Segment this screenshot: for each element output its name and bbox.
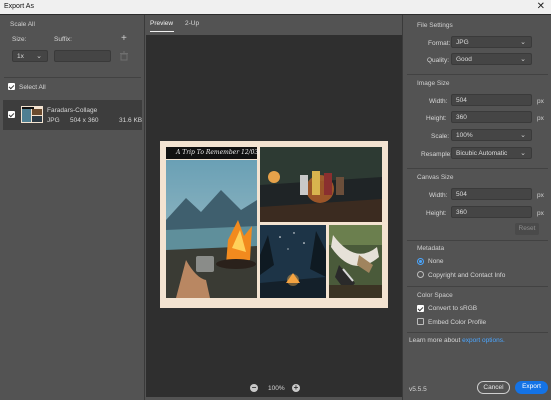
settings-divider [407,168,548,169]
export-button[interactable]: Export [515,381,548,394]
learn-more-text: Learn more about export options. [409,337,505,344]
tab-2-up[interactable]: 2-Up [185,20,199,27]
tab-preview[interactable]: Preview [150,20,173,27]
size-label: Size: [12,36,27,43]
asset-thumbnail [21,106,43,123]
canvas-width-label: Width: [429,192,448,199]
select-all-checkbox[interactable] [8,83,15,90]
asset-file-size: 31.6 KB [119,117,143,124]
canvas-height-input[interactable]: 360 [451,206,532,218]
file-settings-heading: File Settings [417,22,453,29]
settings-divider [407,286,548,287]
suffix-label: Suffix: [54,36,72,43]
version-label: v5.5.5 [409,386,427,393]
zoom-level: 100% [268,385,285,392]
image-size-heading: Image Size [417,80,450,87]
zoom-out-button[interactable]: − [250,384,258,392]
asset-row[interactable]: Faradars-Collage JPG 504 x 360 31.6 KB [3,100,142,130]
settings-divider [407,332,548,333]
scale-percent-dropdown[interactable]: 100% ⌄ [451,129,532,141]
scale-dropdown-value: 1x [17,53,24,60]
photo-hammock [329,225,382,298]
canvas-height-unit: px [537,210,544,217]
quality-dropdown[interactable]: Good ⌄ [451,53,532,65]
resample-dropdown[interactable]: Bicubic Automatic ⌄ [451,147,532,159]
quality-value: Good [456,56,472,63]
active-tab-indicator [150,31,174,32]
metadata-heading: Metadata [417,245,445,252]
chevron-down-icon: ⌄ [520,56,526,63]
metadata-copyright-radio[interactable] [417,271,424,278]
scale-all-heading: Scale All [10,21,35,28]
settings-divider [407,74,548,75]
asset-format: JPG [47,117,60,124]
photo-lake-campfire [166,160,257,298]
asset-checkbox[interactable] [8,111,15,118]
learn-more-prefix: Learn more about [409,337,463,344]
select-all-label: Select All [19,84,46,91]
scale-label: Scale: [431,133,450,140]
canvas-width-unit: px [537,192,544,199]
left-panel: Scale All Size: Suffix: + 1x ⌄ Select Al… [0,15,145,400]
preview-panel: Preview 2-Up A Trip To Remember 12/03/20… [146,15,402,400]
asset-dimensions: 504 x 360 [70,117,99,124]
image-height-input[interactable]: 360 [451,111,532,123]
reset-button[interactable]: Reset [515,223,539,235]
settings-panel: File Settings Format: JPG ⌄ Quality: Goo… [402,15,551,400]
close-icon[interactable]: ✕ [537,1,545,12]
quality-label: Quality: [427,57,450,64]
preview-canvas[interactable]: A Trip To Remember 12/03/2022 [146,35,402,390]
add-scale-icon[interactable]: + [121,33,127,44]
scale-percent-value: 100% [456,132,473,139]
title-bar: Export As ✕ [0,0,551,15]
embed-profile-label: Embed Color Profile [428,319,487,326]
zoom-bar: − 100% + [146,381,402,397]
image-width-input[interactable]: 504 [451,94,532,106]
cancel-button[interactable]: Cancel [477,381,510,394]
asset-name: Faradars-Collage [47,107,98,114]
canvas-size-heading: Canvas Size [417,174,454,181]
resample-value: Bicubic Automatic [456,150,508,157]
collage-artboard: A Trip To Remember 12/03/2022 [160,141,388,308]
metadata-none-radio[interactable] [417,258,424,265]
settings-divider [407,240,548,241]
format-value: JPG [456,39,469,46]
chevron-down-icon: ⌄ [520,132,526,139]
color-space-heading: Color Space [417,292,453,299]
left-divider [4,77,141,78]
image-height-unit: px [537,115,544,122]
metadata-none-label: None [428,258,444,265]
format-dropdown[interactable]: JPG ⌄ [451,36,532,48]
trash-icon[interactable] [119,51,129,61]
image-width-label: Width: [429,98,448,105]
export-options-link[interactable]: export options. [462,337,505,344]
chevron-down-icon: ⌄ [520,150,526,157]
convert-srgb-checkbox[interactable] [417,305,424,312]
window-title: Export As [4,3,34,10]
format-label: Format: [428,40,451,47]
caption-band: A Trip To Remember 12/03/2022 [166,147,276,159]
canvas-height-label: Height: [426,210,447,217]
resample-label: Resample: [421,151,453,158]
zoom-in-button[interactable]: + [292,384,300,392]
chevron-down-icon: ⌄ [36,53,42,60]
image-width-unit: px [537,98,544,105]
scale-dropdown[interactable]: 1x ⌄ [12,50,48,62]
embed-profile-checkbox[interactable] [417,318,424,325]
suffix-input[interactable] [54,50,111,62]
canvas-width-input[interactable]: 504 [451,188,532,200]
image-height-label: Height: [426,115,447,122]
convert-srgb-label: Convert to sRGB [428,305,478,312]
metadata-copyright-label: Copyright and Contact Info [428,272,506,279]
photo-group-campfire [260,147,382,222]
chevron-down-icon: ⌄ [520,39,526,46]
photo-night-tent [260,225,326,298]
